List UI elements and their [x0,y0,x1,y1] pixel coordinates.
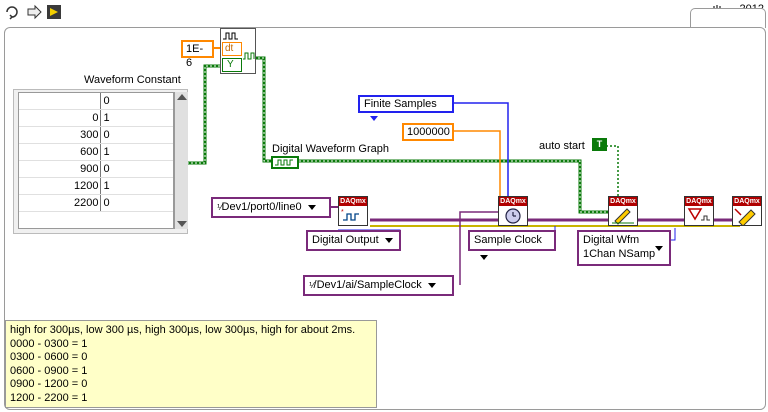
comment-line: 0900 - 1200 = 0 [10,378,88,390]
daqmx-timing-node[interactable]: DAQmx [498,196,528,226]
row-index: 300 [80,129,99,141]
write-type-selector[interactable]: Digital Wfm 1Chan NSamp [577,230,671,266]
comment-note[interactable]: high for 300µs, low 300 µs, high 300µs, … [5,320,377,408]
channel-text: Dev1/port0/line0 [221,201,302,213]
daqmx-header: DAQmx [499,197,527,206]
clock-icon [505,208,521,224]
chevron-down-icon[interactable] [655,246,663,251]
dt-constant[interactable]: 1E-6 [181,40,214,69]
row-value[interactable]: 0 [100,161,173,177]
table-body: 0 01 300 0 600 1 900 0 1200 1 2200 0 [18,92,174,229]
waveform-icon [223,32,238,40]
channel-type-selector[interactable]: Digital Output [306,230,401,251]
table-header: 0 [100,93,173,109]
table-row[interactable]: 900 0 [19,161,173,178]
row-value[interactable]: 0 [100,127,173,143]
auto-start-constant[interactable]: T [592,138,607,151]
row-index: 900 [80,163,99,175]
daqmx-header: DAQmx [609,197,637,206]
daqmx-header: DAQmx [685,197,713,206]
svg-text:*: * [341,209,344,216]
graph-label: Digital Waveform Graph [272,143,389,155]
clock-source-constant[interactable]: ⅟/Dev1/ai/SampleClock [303,275,454,296]
row-index: 1200 [73,180,99,192]
auto-start-label: auto start [539,140,585,152]
scroll-down-icon[interactable] [177,221,187,227]
row-index: 600 [80,146,99,158]
chevron-down-icon[interactable] [370,115,378,121]
clock-source-text: /Dev1/ai/SampleClock [313,279,422,291]
y-terminal[interactable]: Y [222,58,242,72]
graph-terminal[interactable] [271,156,299,169]
comment-line: 1200 - 2200 = 1 [10,391,88,404]
timing-type-text: Sample Clock [474,234,542,246]
sample-mode-text: Finite Samples [364,98,437,110]
daqmx-clear-task-node[interactable]: DAQmx [732,196,762,227]
waveform-constant-label: Waveform Constant [84,74,181,86]
write-pencil-icon [612,208,634,225]
comment-line: 0600 - 0900 = 1 [10,364,88,377]
samples-constant[interactable]: 1000000 [402,123,454,141]
daqmx-write-node[interactable]: DAQmx [608,196,638,226]
physical-channel-constant[interactable]: ⅟Dev1/port0/line0 [211,197,331,218]
channel-type-text: Digital Output [312,234,379,246]
chevron-down-icon[interactable] [427,282,436,288]
graph-waveform-icon [275,159,293,166]
table-corner [19,93,100,109]
clear-task-icon [734,208,756,227]
waveform-output-icon [243,52,255,60]
chevron-down-icon[interactable] [480,254,488,260]
comment-line: high for 300µs, low 300 µs, high 300µs, … [10,324,356,336]
write-type-line1: Digital Wfm [583,234,640,246]
row-index: 2200 [73,197,99,209]
write-type-line2: 1Chan NSamp [583,248,656,260]
table-row[interactable]: 300 0 [19,127,173,144]
comment-line: 0000 - 0300 = 1 [10,337,88,350]
comment-line: 0300 - 0600 = 0 [10,351,88,363]
daqmx-create-channel-node[interactable]: DAQmx * [338,196,368,226]
chevron-down-icon[interactable] [307,204,316,210]
table-header-row: 0 [19,93,173,110]
daqmx-wait-node[interactable]: DAQmx [684,196,714,226]
wait-until-done-icon [687,208,710,221]
table-row[interactable]: 600 1 [19,144,173,161]
build-waveform-node[interactable]: dt Y [220,28,256,74]
daqmx-header: DAQmx [339,197,367,206]
row-value[interactable]: 1 [100,178,173,194]
scroll-up-icon[interactable] [177,94,187,100]
table-row[interactable]: 1200 1 [19,178,173,195]
timing-type-selector[interactable]: Sample Clock [468,230,556,260]
row-value[interactable]: 0 [100,195,173,211]
waveform-constant-table[interactable]: 0 01 300 0 600 1 900 0 1200 1 2200 0 [13,89,188,234]
table-row[interactable]: 01 [19,110,173,127]
table-scrollbar[interactable] [174,92,188,229]
row-index: 0 [92,112,99,124]
row-value[interactable]: 1 [100,110,173,126]
dt-terminal[interactable]: dt [222,42,242,56]
daqmx-header: DAQmx [733,197,761,206]
chevron-down-icon[interactable] [384,237,393,243]
row-value[interactable]: 1 [100,144,173,160]
sample-mode-enum[interactable]: Finite Samples [358,95,454,121]
table-row[interactable]: 2200 0 [19,195,173,212]
create-channel-icon: * [341,209,359,221]
